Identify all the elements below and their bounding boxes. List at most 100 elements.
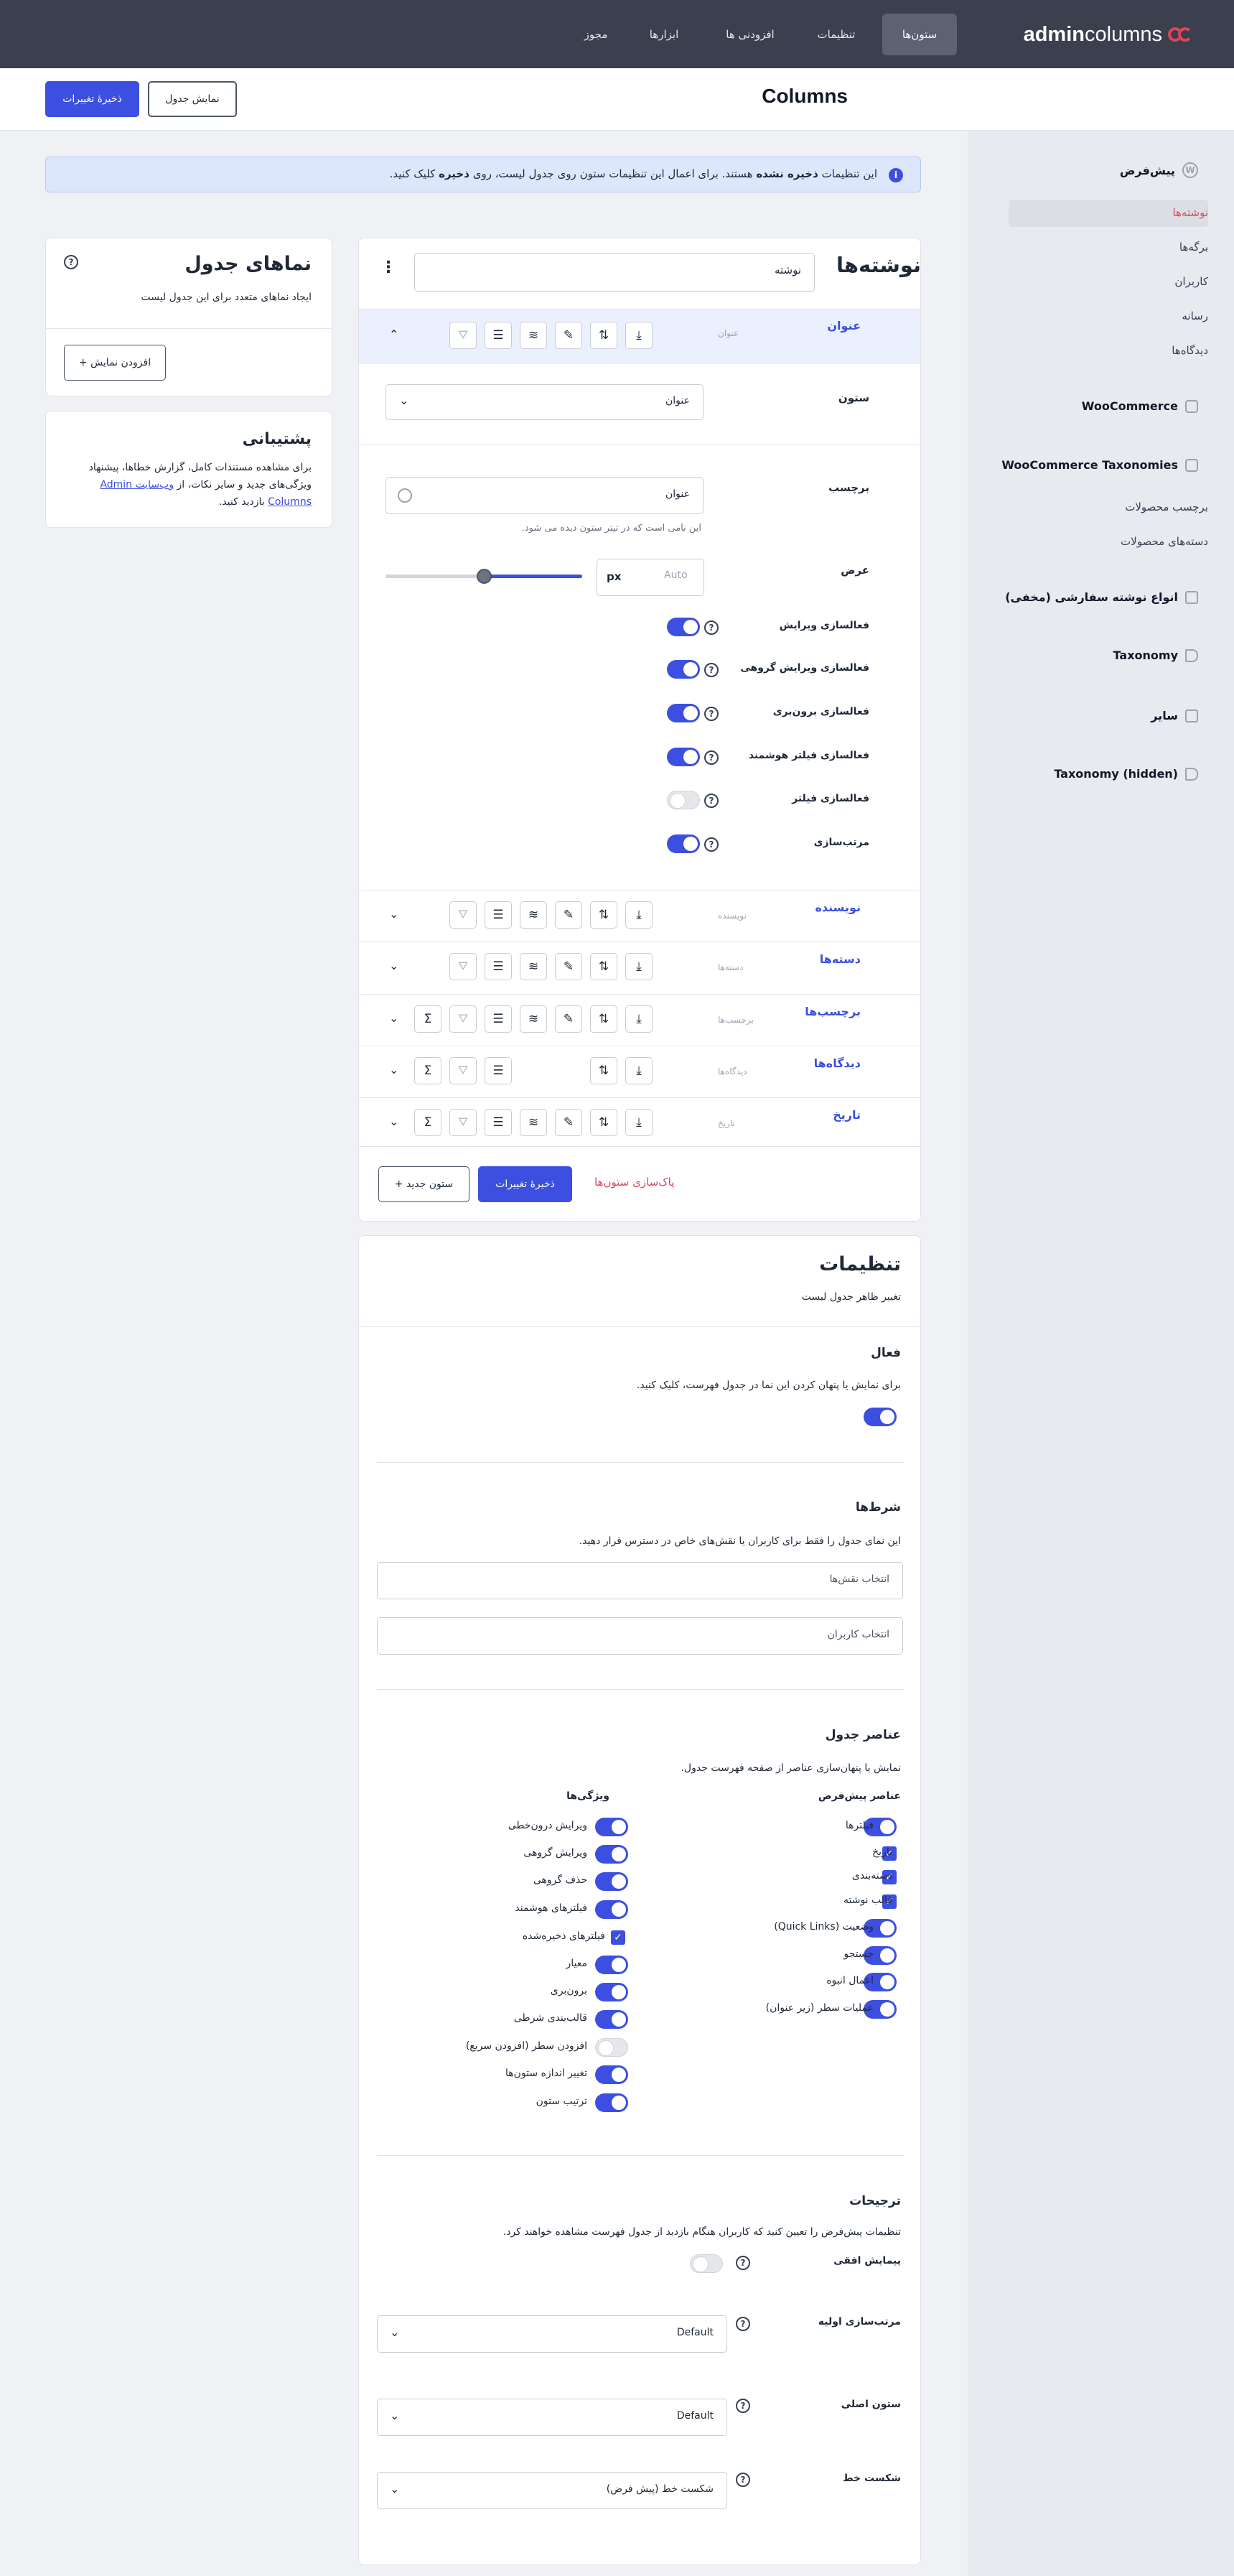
help-icon[interactable]: ? [736, 2399, 750, 2413]
feature-toggle[interactable] [595, 2093, 628, 2112]
sidebar-item-product-categories[interactable]: دسته‌های محصولات [1121, 535, 1208, 548]
chevron-down-icon[interactable]: ⌄ [389, 1063, 398, 1077]
view-table-button[interactable]: نمایش جدول [148, 81, 237, 117]
initial-sort-select[interactable]: Default [377, 2315, 727, 2353]
feature-toggle[interactable] [595, 2038, 628, 2057]
smart-filter-icon[interactable]: ☰ [485, 1005, 512, 1033]
sidebar-group-taxonomy-hidden[interactable]: Taxonomy (hidden) [1054, 767, 1198, 781]
column-name[interactable]: تاریخ [833, 1108, 861, 1122]
smart-filter-icon[interactable]: ☰ [485, 322, 512, 349]
option-toggle[interactable] [667, 791, 700, 809]
active-toggle[interactable] [864, 1408, 897, 1426]
more-menu-icon[interactable]: ⋮ [380, 259, 396, 276]
help-icon[interactable]: ? [736, 2317, 750, 2331]
width-unit[interactable]: px [607, 570, 621, 583]
option-toggle[interactable] [667, 704, 700, 722]
column-name[interactable]: نویسنده [815, 901, 861, 914]
sidebar-item-users[interactable]: کاربران [1174, 275, 1208, 288]
filter-icon[interactable]: ⛛ [449, 901, 477, 929]
sum-icon[interactable]: Σ [414, 1109, 441, 1136]
edit-icon[interactable]: ✎ [555, 953, 582, 980]
feature-toggle[interactable] [595, 2010, 628, 2029]
sum-icon[interactable]: Σ [414, 1057, 441, 1084]
help-icon[interactable]: ? [704, 750, 719, 765]
filter-icon[interactable]: ⛛ [449, 322, 477, 349]
sidebar-group-other[interactable]: سایر [1151, 709, 1198, 722]
add-column-button[interactable]: + ستون جدید [378, 1166, 469, 1202]
line-break-select[interactable]: شکست خط (پیش فرض) [377, 2472, 727, 2509]
feature-toggle[interactable] [595, 1872, 628, 1891]
sort-icon[interactable]: ⇅ [590, 1005, 617, 1033]
help-icon[interactable]: ? [64, 255, 78, 269]
chevron-down-icon[interactable]: ⌄ [389, 959, 398, 972]
sidebar-item-comments[interactable]: دیدگاه‌ها [1172, 344, 1208, 357]
topnav-columns[interactable]: ستون‌ها [882, 14, 957, 55]
topnav-addons[interactable]: افزودنی ها [711, 14, 790, 55]
smart-filter-icon[interactable]: ☰ [485, 1057, 512, 1084]
sort-icon[interactable]: ⇅ [590, 322, 617, 349]
sidebar-item-product-tags[interactable]: برچسب محصولات [1125, 501, 1208, 513]
filter-icon[interactable]: ⛛ [449, 1005, 477, 1033]
reset-columns-link[interactable]: پاک‌سازی ستون‌ها [594, 1176, 674, 1189]
chevron-down-icon[interactable]: ⌄ [389, 907, 398, 921]
primary-column-select[interactable]: Default [377, 2399, 727, 2436]
label-input[interactable]: عنوان [385, 477, 704, 514]
filter-icon[interactable]: ⛛ [449, 953, 477, 980]
edit-icon[interactable]: ✎ [555, 1005, 582, 1033]
filter-icon[interactable]: ⛛ [449, 1057, 477, 1084]
option-toggle[interactable] [667, 748, 700, 766]
admin-columns-link-2[interactable]: Columns [268, 496, 312, 508]
bulk-edit-icon[interactable]: ≋ [520, 1109, 547, 1136]
help-icon[interactable]: ? [704, 620, 719, 635]
bulk-edit-icon[interactable]: ≋ [520, 953, 547, 980]
feature-toggle[interactable] [595, 1818, 628, 1836]
sidebar-item-media[interactable]: رسانه [1182, 310, 1208, 322]
option-toggle[interactable] [667, 660, 700, 679]
smart-filter-icon[interactable]: ☰ [485, 1109, 512, 1136]
checkbox[interactable]: ✓ [611, 1930, 625, 1945]
filter-icon[interactable]: ⛛ [449, 1109, 477, 1136]
column-name[interactable]: دیدگاه‌ها [814, 1056, 861, 1070]
export-icon[interactable]: ⤓ [625, 901, 653, 929]
column-type-select[interactable]: عنوان [385, 384, 704, 420]
sort-icon[interactable]: ⇅ [590, 953, 617, 980]
bulk-edit-icon[interactable]: ≋ [520, 322, 547, 349]
edit-icon[interactable]: ✎ [555, 1109, 582, 1136]
bulk-edit-icon[interactable]: ≋ [520, 1005, 547, 1033]
admin-columns-link[interactable]: وب‌سایت Admin [100, 479, 174, 490]
topnav-settings[interactable]: تنظیمات [804, 14, 869, 55]
sidebar-group-woocommerce[interactable]: WooCommerce [1082, 399, 1198, 413]
chevron-down-icon[interactable]: ⌄ [389, 1011, 398, 1025]
add-view-button[interactable]: + افزودن نمایش [64, 345, 166, 381]
admin-columns-logo[interactable]: admincolumns [1007, 20, 1194, 49]
help-icon[interactable]: ? [704, 707, 719, 721]
sort-icon[interactable]: ⇅ [590, 1109, 617, 1136]
feature-toggle[interactable] [595, 1845, 628, 1864]
help-icon[interactable]: ? [704, 663, 719, 677]
help-icon[interactable]: ? [736, 2256, 750, 2270]
sum-icon[interactable]: Σ [414, 1005, 441, 1033]
emoji-icon[interactable] [398, 488, 412, 503]
chevron-down-icon[interactable]: ⌄ [389, 1115, 398, 1128]
sidebar-group-woo-taxonomies[interactable]: WooCommerce Taxonomies [1001, 458, 1198, 472]
help-icon[interactable]: ? [704, 837, 719, 852]
sidebar-item-posts[interactable]: نوشته‌ها [1172, 206, 1208, 219]
column-name[interactable]: دسته‌ها [820, 952, 861, 966]
edit-icon[interactable]: ✎ [555, 322, 582, 349]
topnav-tools[interactable]: ابزارها [639, 14, 689, 55]
export-icon[interactable]: ⤓ [625, 1109, 653, 1136]
feature-toggle[interactable] [595, 1983, 628, 2001]
help-icon[interactable]: ? [704, 794, 719, 808]
feature-toggle[interactable] [595, 2065, 628, 2084]
bulk-edit-icon[interactable]: ≋ [520, 901, 547, 929]
column-name[interactable]: برچسب‌ها [805, 1005, 861, 1018]
topnav-license[interactable]: مجوز [574, 14, 617, 55]
sidebar-group-hidden-post-types[interactable]: انواع نوشته سفارشی (مخفی) [1005, 590, 1198, 604]
view-name-input[interactable]: نوشته [414, 253, 815, 292]
option-toggle[interactable] [667, 618, 700, 636]
chevron-up-icon[interactable]: ⌃ [389, 327, 398, 341]
save-changes-top-button[interactable]: ذخیرهٔ تغییرات [45, 81, 139, 117]
hscroll-toggle[interactable] [690, 2254, 723, 2273]
roles-select[interactable]: انتخاب نقش‌ها [377, 1562, 903, 1599]
export-icon[interactable]: ⤓ [625, 1057, 653, 1084]
